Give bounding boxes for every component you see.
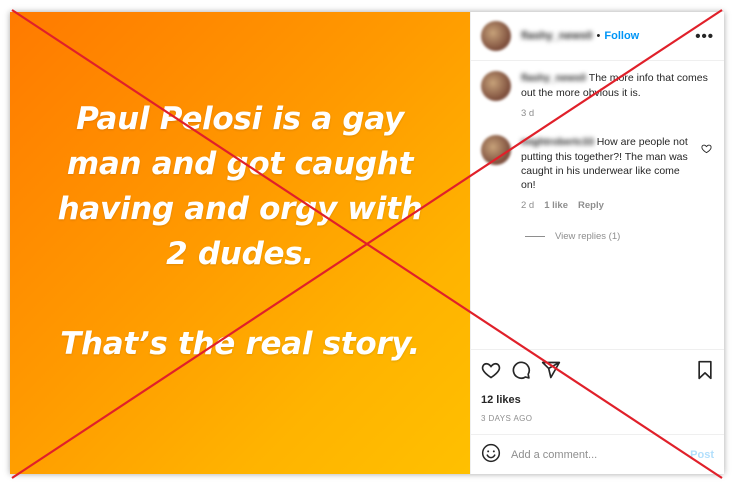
comment-body: flashy_news0 The more info that comes ou… [521,71,714,121]
heart-icon[interactable] [701,143,712,157]
comment-time[interactable]: 3 d [521,107,534,121]
add-comment-bar: Post [471,434,724,474]
comment-meta: 3 d [521,107,714,121]
separator-dot: • [596,30,601,42]
post-actions: 12 likes 3 DAYS AGO [471,349,724,434]
avatar[interactable] [481,71,511,101]
bookmark-icon[interactable] [696,360,714,380]
comment-item: mightrobertc33 How are people not puttin… [481,135,714,213]
heart-icon[interactable] [481,360,501,380]
image-text-line: That’s the real story. [60,326,420,362]
more-icon[interactable]: ••• [695,28,714,45]
likes-count[interactable]: 12 likes [481,394,714,406]
post-image[interactable]: Paul Pelosi is a gay man and got caught … [10,12,470,474]
share-icon[interactable] [541,360,561,380]
post-author-username[interactable]: flashy_news0 [521,30,593,42]
post-image-text: Paul Pelosi is a gay man and got caught … [48,97,433,367]
avatar[interactable] [481,135,511,165]
comment-meta: 2 d 1 like Reply [521,199,692,213]
view-replies-line [525,236,545,237]
instagram-post-frame: Paul Pelosi is a gay man and got caught … [10,12,724,474]
image-text-line: having and orgy with [57,191,423,227]
comment-username[interactable]: mightrobertc33 [521,137,594,148]
comment-body: mightrobertc33 How are people not puttin… [521,135,714,213]
image-text-line: 2 dudes. [166,236,314,272]
emoji-icon[interactable] [481,443,501,466]
comments-list: flashy_news0 The more info that comes ou… [471,61,724,349]
avatar[interactable] [481,21,511,51]
reply-button[interactable]: Reply [578,199,604,213]
post-comment-button[interactable]: Post [690,449,714,461]
comment-item: flashy_news0 The more info that comes ou… [481,71,714,121]
comment-username[interactable]: flashy_news0 [521,73,586,84]
comment-time[interactable]: 2 d [521,199,534,213]
post-time: 3 DAYS AGO [481,414,533,423]
image-text-line: man and got caught [66,146,414,182]
action-row [481,358,714,382]
follow-button[interactable]: Follow [604,30,639,42]
view-replies-label: View replies (1) [555,231,621,242]
comment-likes[interactable]: 1 like [544,199,568,213]
view-replies-button[interactable]: View replies (1) [525,231,714,242]
comment-input[interactable] [511,448,681,461]
image-text-line: Paul Pelosi is a gay [76,101,404,137]
image-text-spacer [58,277,423,322]
post-side-panel: flashy_news0 • Follow ••• flashy_news0 T… [470,12,724,474]
post-header: flashy_news0 • Follow ••• [471,12,724,61]
comment-icon[interactable] [511,360,531,380]
